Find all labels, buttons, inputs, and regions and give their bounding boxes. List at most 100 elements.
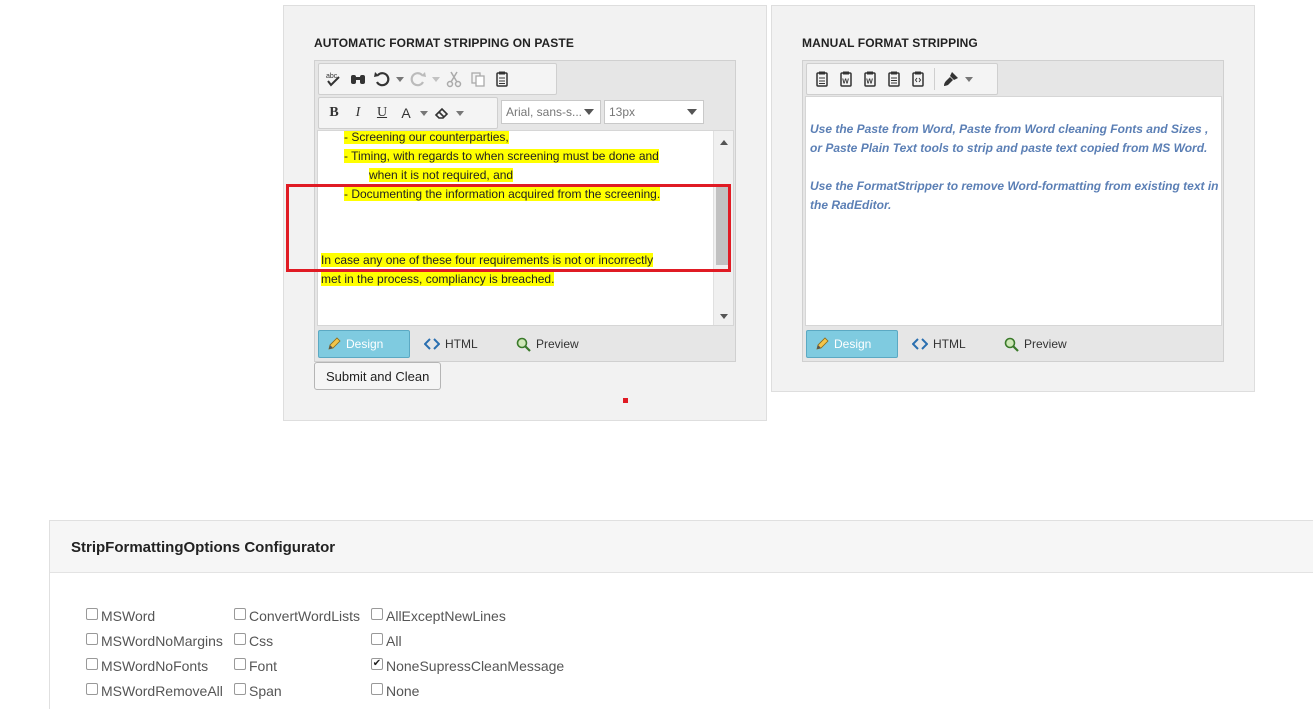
option-none[interactable]: None [371,683,419,699]
content-line: met in the process, compliancy is breach… [321,272,555,286]
magnifier-icon [516,337,531,352]
checkbox[interactable] [371,633,383,645]
pencil-icon [328,337,341,350]
paste-icon[interactable] [491,68,513,90]
editor-toolbar-row2: B I U A [318,97,498,129]
font-size-select[interactable]: 13px [604,100,704,124]
pencil-icon [816,337,829,350]
option-label: MSWordNoMargins [101,633,223,649]
font-family-select[interactable]: Arial, sans-s... [501,100,601,124]
eraser-dropdown-icon[interactable] [455,102,465,124]
preview-mode-button[interactable]: Preview [996,330,1086,358]
option-all-except-new-lines[interactable]: AllExceptNewLines [371,608,506,624]
option-msword-no-margins[interactable]: MSWordNoMargins [86,633,223,649]
magnifier-icon [1004,337,1019,352]
preview-mode-label: Preview [1024,337,1067,351]
font-family-value: Arial, sans-s... [506,105,583,119]
option-msword-no-fonts[interactable]: MSWordNoFonts [86,658,208,674]
design-mode-label: Design [346,337,384,351]
option-label: ConvertWordLists [249,608,361,624]
italic-button[interactable]: I [347,102,369,124]
checkbox[interactable] [86,633,98,645]
content-line: - Timing, with regards to when screening… [344,149,659,163]
content-line: - Screening our counterparties, [344,130,509,144]
design-mode-button[interactable]: Design [806,330,898,358]
html-mode-label: HTML [933,337,966,351]
copy-icon[interactable] [467,68,489,90]
redo-dropdown-icon[interactable] [431,68,441,90]
manual-paragraph-2: Use the FormatStripper to remove Word-fo… [810,179,1219,212]
html-mode-button[interactable]: HTML [416,330,502,358]
checkbox[interactable] [234,658,246,670]
chevron-down-icon [584,109,594,115]
submit-and-clean-button[interactable]: Submit and Clean [314,362,442,390]
manual-toolbar: W W [806,63,998,95]
svg-text:W: W [842,79,849,86]
scroll-down-arrow-icon[interactable] [720,314,728,319]
paste-plain-text-icon[interactable] [883,68,905,90]
preview-mode-button[interactable]: Preview [508,330,598,358]
checkbox[interactable] [371,608,383,620]
manual-strip-title: MANUAL FORMAT STRIPPING [802,36,978,50]
option-label: Span [249,683,282,699]
annotation-highlight-box [286,184,731,272]
paste-from-word-clean-icon[interactable]: W [835,68,857,90]
html-mode-button[interactable]: HTML [904,330,990,358]
svg-text:W: W [866,79,873,86]
option-all[interactable]: All [371,633,402,649]
option-label: Css [249,633,274,649]
option-span[interactable]: Span [234,683,282,699]
option-msword[interactable]: MSWord [86,608,155,624]
editor-toolbar-row1: abc [318,63,557,95]
checkbox[interactable] [234,608,246,620]
option-convert-word-lists[interactable]: ConvertWordLists [234,608,360,624]
code-icon [424,338,440,350]
auto-strip-title: AUTOMATIC FORMAT STRIPPING ON PASTE [314,36,574,50]
checkbox[interactable] [371,683,383,695]
paste-html-icon[interactable] [907,68,929,90]
font-color-button[interactable]: A [395,102,417,124]
manual-strip-content-area[interactable]: Use the Paste from Word, Paste from Word… [805,96,1222,326]
option-msword-remove-all[interactable]: MSWordRemoveAll [86,683,223,699]
redo-icon[interactable] [407,68,429,90]
checkbox[interactable] [86,683,98,695]
option-font[interactable]: Font [234,658,277,674]
checkbox[interactable] [234,633,246,645]
option-label: All [386,633,402,649]
manual-strip-mode-bar: Design HTML Preview [806,327,1092,361]
code-icon [912,338,928,350]
format-stripper-dropdown-icon[interactable] [964,68,974,90]
bold-button[interactable]: B [323,102,345,124]
cut-icon[interactable] [443,68,465,90]
option-css[interactable]: Css [234,633,273,649]
scroll-up-arrow-icon[interactable] [720,140,728,145]
underline-button[interactable]: U [371,102,393,124]
checkbox[interactable] [234,683,246,695]
design-mode-label: Design [834,337,872,351]
checkbox[interactable]: ✔ [371,658,383,670]
option-label: MSWordRemoveAll [101,683,223,699]
option-label: None [386,683,420,699]
font-color-dropdown-icon[interactable] [419,102,429,124]
configurator-title: StripFormattingOptions Configurator [50,521,1313,573]
paste-from-word-fonts-icon[interactable]: W [859,68,881,90]
find-replace-icon[interactable] [347,68,369,90]
undo-icon[interactable] [371,68,393,90]
option-label: Font [249,658,278,674]
auto-strip-mode-bar: Design HTML Preview [318,327,604,361]
annotation-red-dot [623,398,628,403]
option-label: MSWord [101,608,156,624]
eraser-icon[interactable] [431,102,453,124]
undo-dropdown-icon[interactable] [395,68,405,90]
option-label: NoneSupressCleanMessage [386,658,565,674]
option-label: AllExceptNewLines [386,608,506,624]
checkbox[interactable] [86,658,98,670]
spellcheck-icon[interactable]: abc [323,68,345,90]
paste-from-word-icon[interactable] [811,68,833,90]
format-stripper-brush-icon[interactable] [940,68,962,90]
toolbar-divider [934,68,935,90]
design-mode-button[interactable]: Design [318,330,410,358]
html-mode-label: HTML [445,337,478,351]
option-none-supress-clean-message[interactable]: ✔ NoneSupressCleanMessage [371,658,564,674]
checkbox[interactable] [86,608,98,620]
